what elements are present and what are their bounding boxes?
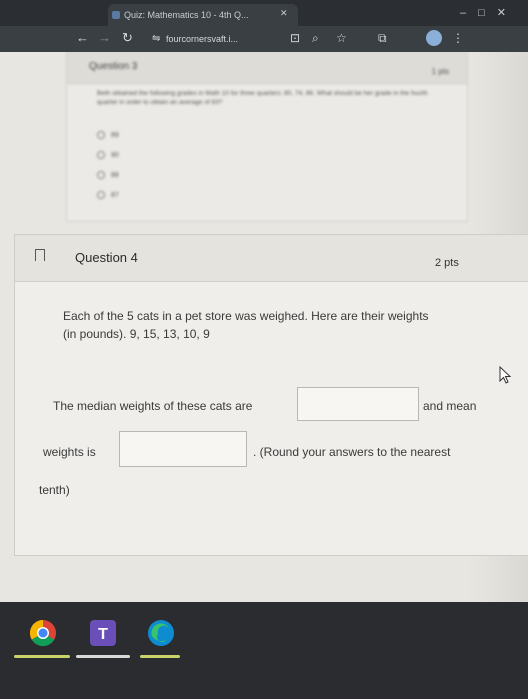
radio-icon[interactable] — [97, 131, 105, 139]
radio-icon[interactable] — [97, 191, 105, 199]
chrome-icon[interactable] — [28, 618, 58, 648]
radio-icon[interactable] — [97, 171, 105, 179]
mean-prompt: weights is — [43, 445, 96, 459]
mean-answer-input[interactable] — [119, 431, 247, 467]
question-4-title: Question 4 — [75, 250, 138, 265]
question-4-body: Each of the 5 cats in a pet store was we… — [15, 281, 528, 555]
tab-title: Quiz: Mathematics 10 - 4th Q... — [124, 10, 249, 20]
question-3-option[interactable]: 89 — [97, 131, 119, 139]
question-3-points: 1 pts — [431, 67, 449, 76]
install-app-icon[interactable]: ⊡ — [290, 31, 300, 45]
question-4-card: Question 4 2 pts Each of the 5 cats in a… — [14, 234, 528, 556]
taskbar: T — [0, 602, 528, 699]
menu-icon[interactable]: ⋮ — [452, 31, 464, 45]
chrome-active-indicator — [14, 655, 70, 658]
profile-avatar[interactable] — [426, 30, 442, 46]
tab-favicon-icon — [112, 11, 120, 19]
question-4-text-line2: (in pounds). 9, 15, 13, 10, 9 — [63, 327, 210, 341]
zoom-icon[interactable]: ⌕ — [312, 31, 319, 46]
median-suffix: and mean — [423, 399, 477, 413]
question-3-header: Question 3 1 pts — [67, 53, 467, 84]
back-button[interactable]: ← — [76, 30, 89, 45]
question-3-option[interactable]: 87 — [97, 191, 119, 199]
question-3-option[interactable]: 88 — [97, 171, 119, 179]
svg-text:T: T — [98, 626, 108, 643]
browser-toolbar: ← → ↻ ⇋ fourcornersvaft.i... ⊡ ⌕ ☆ ⧉ ⋮ — [0, 26, 528, 52]
question-4-text-line1: Each of the 5 cats in a pet store was we… — [63, 309, 429, 323]
teams-indicator — [76, 655, 130, 658]
mouse-cursor-icon — [499, 366, 512, 384]
edge-icon[interactable] — [146, 618, 176, 648]
teams-icon[interactable]: T — [88, 618, 118, 648]
edge-indicator — [140, 655, 180, 658]
flag-question-icon[interactable] — [35, 249, 45, 261]
bookmark-star-icon[interactable]: ☆ — [336, 31, 347, 45]
address-text: fourcornersvaft.i... — [166, 34, 239, 44]
question-3-option[interactable]: 90 — [97, 151, 119, 159]
site-info-icon[interactable]: ⇋ — [152, 30, 160, 48]
reload-button[interactable]: ↻ — [122, 30, 133, 46]
window-controls[interactable]: –□✕ — [460, 6, 518, 19]
median-answer-input[interactable] — [297, 387, 419, 421]
browser-tab-bar: Quiz: Mathematics 10 - 4th Q... ✕ –□✕ — [0, 0, 528, 26]
question-4-text-end: tenth) — [39, 483, 70, 497]
extensions-icon[interactable]: ⧉ — [378, 31, 387, 46]
question-3-card: Question 3 1 pts Beth obtained the follo… — [66, 52, 468, 222]
quiz-page: Question 3 1 pts Beth obtained the follo… — [0, 52, 528, 602]
mean-suffix: . (Round your answers to the nearest — [253, 445, 451, 459]
forward-button[interactable]: → — [98, 30, 111, 45]
question-3-title: Question 3 — [89, 61, 138, 72]
tab-close-icon[interactable]: ✕ — [280, 8, 288, 19]
radio-icon[interactable] — [97, 151, 105, 159]
median-prompt: The median weights of these cats are — [53, 399, 253, 413]
browser-tab[interactable]: Quiz: Mathematics 10 - 4th Q... — [108, 4, 298, 26]
question-3-text: Beth obtained the following grades in Ma… — [97, 90, 428, 106]
question-4-header: Question 4 2 pts — [15, 235, 528, 282]
question-4-points: 2 pts — [435, 257, 459, 269]
